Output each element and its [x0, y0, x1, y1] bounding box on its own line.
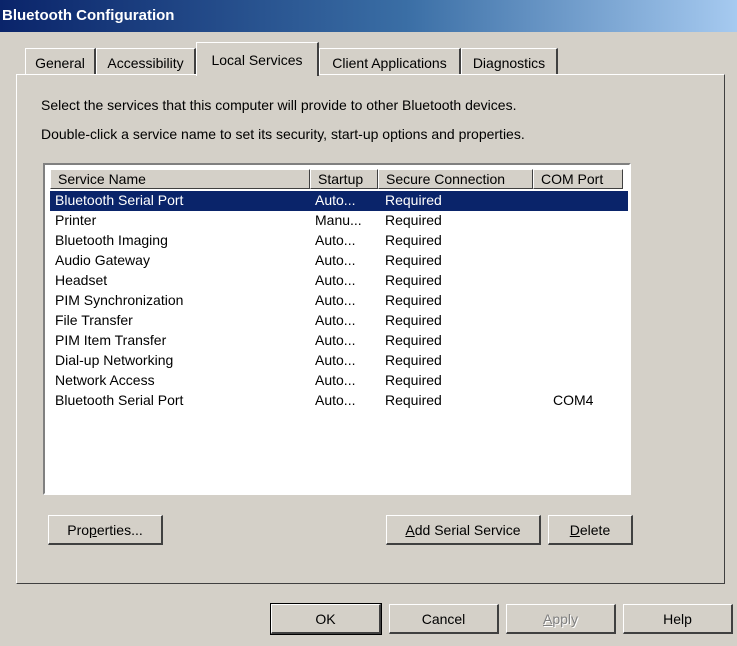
apply-button[interactable]: Apply: [506, 604, 616, 634]
window-title: Bluetooth Configuration: [2, 7, 175, 24]
help-button[interactable]: Help: [623, 604, 733, 634]
cancel-button[interactable]: Cancel: [389, 604, 499, 634]
tab-panel: [16, 74, 725, 584]
tab-accessibility[interactable]: Accessibility: [96, 48, 196, 75]
ok-button[interactable]: OK: [270, 603, 382, 635]
tab-general[interactable]: General: [25, 48, 96, 75]
tab-diagnostics[interactable]: Diagnostics: [461, 48, 558, 75]
title-bar: Bluetooth Configuration: [0, 0, 737, 32]
tab-local-services[interactable]: Local Services: [196, 42, 319, 76]
tab-client-applications[interactable]: Client Applications: [319, 48, 461, 75]
